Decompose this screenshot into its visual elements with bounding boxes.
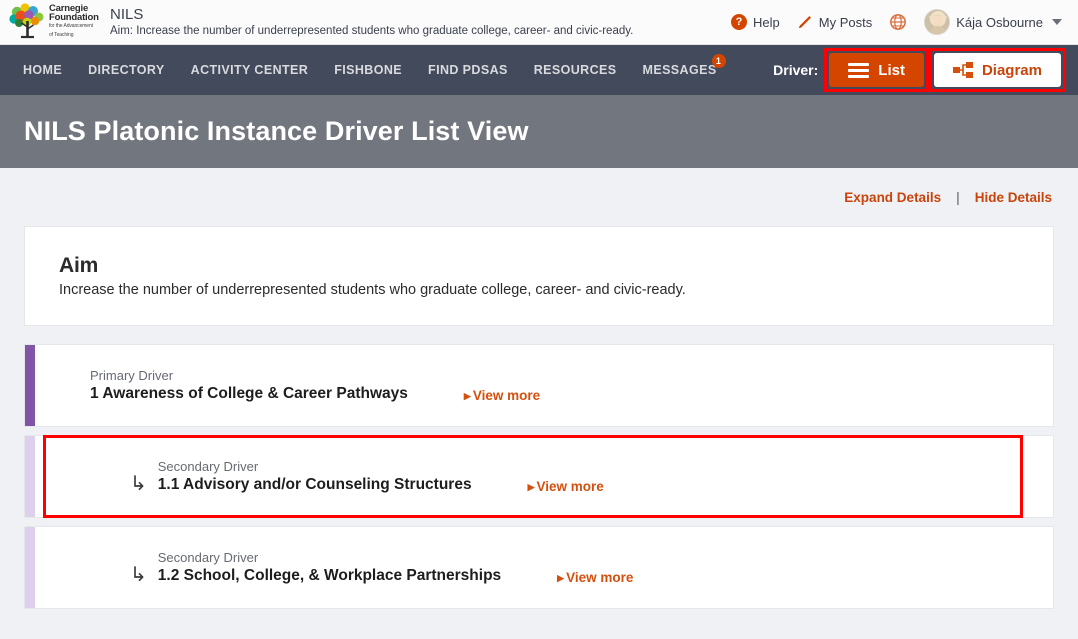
top-bar: Carnegie Foundation for the Advancement … xyxy=(0,0,1078,45)
top-bar-actions: ? Help My Posts Kája Osbourne xyxy=(731,9,1062,35)
page-title: NILS Platonic Instance Driver List View xyxy=(24,116,529,146)
row-spacer xyxy=(24,518,1054,526)
view-more-link[interactable]: ▶ View more xyxy=(528,479,604,494)
subtree-arrow-icon: ↳ xyxy=(130,564,147,586)
user-menu[interactable]: Kája Osbourne xyxy=(924,9,1062,35)
nav-item-fishbone[interactable]: FISHBONE xyxy=(321,63,415,77)
row-spacer xyxy=(24,427,1054,435)
subtree-arrow-icon: ↳ xyxy=(130,473,147,495)
details-toolbar: Expand Details | Hide Details xyxy=(24,168,1054,226)
main-navigation: HOME DIRECTORY ACTIVITY CENTER FISHBONE … xyxy=(0,45,1078,95)
my-posts-label: My Posts xyxy=(818,14,873,30)
logo-line-advancement: for the Advancement xyxy=(49,23,93,29)
driver-kind-label: Secondary Driver xyxy=(157,550,259,565)
language-globe-button[interactable] xyxy=(889,13,907,31)
logo-wordmark: Carnegie Foundation for the Advancement … xyxy=(49,4,99,40)
hamburger-list-icon xyxy=(848,62,870,78)
driver-row-secondary-1-2[interactable]: ↳ Secondary Driver 1.2 School, College, … xyxy=(24,526,1054,609)
driver-row-body: ↳ Secondary Driver 1.1 Advisory and/or C… xyxy=(35,436,1053,517)
driver-row-body: ↳ Secondary Driver 1.2 School, College, … xyxy=(35,527,1053,608)
carnegie-foundation-logo[interactable]: Carnegie Foundation for the Advancement … xyxy=(8,3,100,41)
site-aim-line: Aim: Increase the number of underreprese… xyxy=(110,25,634,37)
view-more-label: View more xyxy=(536,479,604,494)
driver-row-labels: Secondary Driver 1.1 Advisory and/or Cou… xyxy=(158,458,472,495)
nav-item-fishbone-label: FISHBONE xyxy=(334,63,403,77)
tree-logo-icon xyxy=(9,3,44,39)
logo-line-teaching: of Teaching xyxy=(49,32,74,38)
list-view-button-label: List xyxy=(878,61,905,79)
driver-accent-bar xyxy=(25,527,35,608)
chevron-down-icon xyxy=(1052,19,1062,25)
nav-item-find-pdsas[interactable]: FIND PDSAS xyxy=(415,63,521,77)
view-more-label: View more xyxy=(566,570,634,585)
triangle-right-icon: ▶ xyxy=(463,391,471,401)
list-view-button[interactable]: List xyxy=(829,53,924,87)
site-title: NILS xyxy=(110,6,144,23)
help-button[interactable]: ? Help xyxy=(731,14,780,30)
driver-row-labels: Secondary Driver 1.2 School, College, & … xyxy=(158,549,501,586)
nav-item-resources[interactable]: RESOURCES xyxy=(521,63,630,77)
driver-name-label: 1.1 Advisory and/or Counseling Structure… xyxy=(157,476,472,493)
user-avatar-image xyxy=(925,10,950,34)
avatar xyxy=(924,9,951,35)
org-chart-icon xyxy=(952,62,973,78)
page-banner: NILS Platonic Instance Driver List View xyxy=(0,95,1078,168)
driver-row-secondary-1-1[interactable]: ↳ Secondary Driver 1.1 Advisory and/or C… xyxy=(24,435,1054,518)
question-circle-icon: ? xyxy=(731,14,748,30)
diagram-button-highlight: Diagram xyxy=(928,48,1066,92)
nav-item-directory-label: DIRECTORY xyxy=(88,63,165,77)
site-identity: NILS Aim: Increase the number of underre… xyxy=(110,6,731,38)
driver-kind-label: Secondary Driver xyxy=(157,459,259,474)
user-name: Kája Osbourne xyxy=(956,14,1043,30)
view-more-link[interactable]: ▶ View more xyxy=(557,570,633,585)
nav-item-home[interactable]: HOME xyxy=(10,63,75,77)
help-label: Help xyxy=(753,14,780,30)
pencil-icon xyxy=(798,16,811,28)
nav-item-messages-label: MESSAGES xyxy=(642,63,717,77)
driver-accent-bar xyxy=(25,436,35,517)
view-more-link[interactable]: ▶ View more xyxy=(464,388,540,403)
driver-accent-bar xyxy=(25,345,35,426)
expand-details-link[interactable]: Expand Details xyxy=(844,190,941,205)
page-content: Expand Details | Hide Details Aim Increa… xyxy=(0,168,1078,609)
driver-view-switch: Driver: List Diagram xyxy=(773,48,1066,92)
nav-item-home-label: HOME xyxy=(23,63,63,77)
diagram-view-button-label: Diagram xyxy=(981,61,1042,79)
nav-item-messages[interactable]: MESSAGES 1 xyxy=(630,54,730,77)
hide-details-link[interactable]: Hide Details xyxy=(975,190,1052,205)
aim-card: Aim Increase the number of underrepresen… xyxy=(24,226,1054,326)
messages-unread-badge: 1 xyxy=(711,54,726,68)
globe-icon xyxy=(890,14,907,30)
driver-row-labels: Primary Driver 1 Awareness of College & … xyxy=(90,367,408,404)
nav-item-activity-center-label: ACTIVITY CENTER xyxy=(190,63,309,77)
driver-name-label: 1.2 School, College, & Workplace Partner… xyxy=(157,567,502,584)
my-posts-button[interactable]: My Posts xyxy=(797,14,872,30)
details-toolbar-separator: | xyxy=(956,189,960,205)
driver-name-label: 1 Awareness of College & Career Pathways xyxy=(90,385,408,402)
nav-item-find-pdsas-label: FIND PDSAS xyxy=(428,63,508,77)
driver-row-primary-1[interactable]: Primary Driver 1 Awareness of College & … xyxy=(24,344,1054,427)
diagram-view-button[interactable]: Diagram xyxy=(933,53,1061,87)
triangle-right-icon: ▶ xyxy=(527,482,535,492)
aim-text: Increase the number of underrepresented … xyxy=(59,282,686,298)
list-button-highlight: List xyxy=(824,48,929,92)
driver-switch-label: Driver: xyxy=(773,62,819,78)
nav-item-activity-center[interactable]: ACTIVITY CENTER xyxy=(178,63,322,77)
driver-kind-label: Primary Driver xyxy=(90,368,174,383)
triangle-right-icon: ▶ xyxy=(557,573,565,583)
view-more-label: View more xyxy=(472,388,541,403)
driver-row-body: Primary Driver 1 Awareness of College & … xyxy=(35,345,1053,426)
nav-item-directory[interactable]: DIRECTORY xyxy=(75,63,178,77)
logo-line-foundation: Foundation xyxy=(49,12,99,23)
nav-item-resources-label: RESOURCES xyxy=(533,63,617,77)
aim-heading: Aim xyxy=(59,254,99,277)
nav-links: HOME DIRECTORY ACTIVITY CENTER FISHBONE … xyxy=(10,54,730,77)
